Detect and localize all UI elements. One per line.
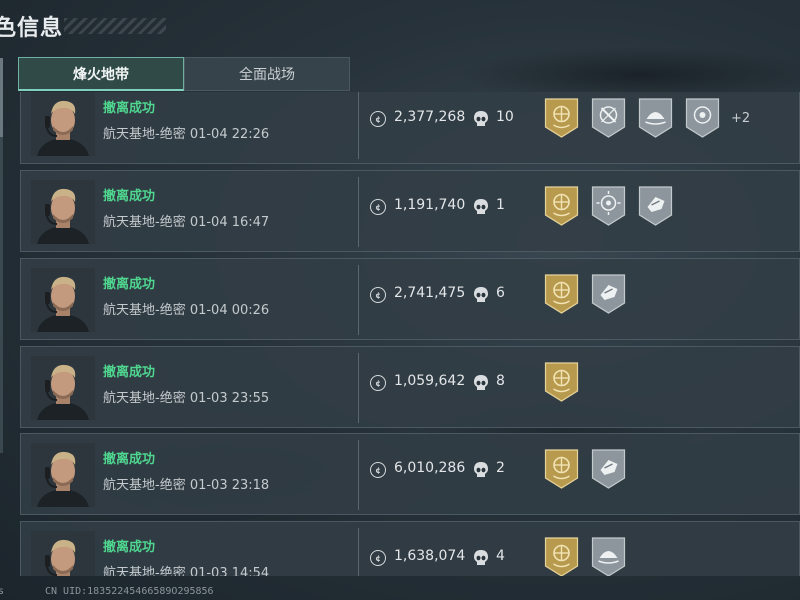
kill-count: 6: [496, 285, 505, 301]
footer-left-text: ms: [0, 586, 5, 597]
kill-count: 8: [496, 373, 505, 389]
operator-avatar: [31, 443, 95, 507]
row-divider: [358, 353, 359, 423]
skull-icon: [473, 549, 489, 567]
gold-emblem-badge-icon[interactable]: [543, 273, 580, 315]
tab-fenghuo-didai[interactable]: 烽火地带: [18, 57, 184, 91]
operator-avatar: [31, 92, 95, 156]
extraction-value: 2,377,268: [394, 109, 466, 125]
extraction-status: 撤离成功: [103, 101, 156, 116]
crossed-arrows-badge-icon[interactable]: [590, 97, 627, 139]
skull-icon: [473, 374, 489, 392]
skull-icon: [473, 110, 489, 128]
coin-icon: ¢: [370, 199, 386, 215]
map-and-time: 航天基地-绝密 01-04 22:26: [103, 127, 270, 142]
achievement-badges: +2: [543, 97, 750, 139]
hand-badge-icon[interactable]: [590, 448, 627, 490]
coin-icon: ¢: [370, 550, 386, 566]
hand-badge-icon[interactable]: [637, 185, 674, 227]
skull-icon: [473, 461, 489, 479]
operator-avatar: [31, 531, 95, 576]
map-and-time: 航天基地-绝密 01-04 16:47: [103, 215, 270, 230]
footer-bar: ms CN UID:18352245466589O295856: [0, 584, 800, 600]
extraction-status: 撤离成功: [103, 365, 156, 380]
helmet-badge-icon[interactable]: [637, 97, 674, 139]
kill-count: 2: [496, 460, 505, 476]
record-row[interactable]: 撤离成功航天基地-绝密 01-03 14:54 ¢ 1,638,074 4: [20, 521, 800, 576]
target-badge-icon[interactable]: [684, 97, 721, 139]
row-divider: [358, 440, 359, 510]
row-divider: [358, 92, 359, 159]
record-row[interactable]: 撤离成功航天基地-绝密 01-04 00:26 ¢ 2,741,475 6: [20, 258, 800, 340]
extraction-value: 6,010,286: [394, 460, 466, 476]
helmet-badge-icon[interactable]: [590, 536, 627, 576]
achievement-badges: [543, 361, 580, 403]
kill-count: 1: [496, 197, 505, 213]
gold-emblem-badge-icon[interactable]: [543, 536, 580, 576]
match-record-list: 撤离成功 航天基地-绝密 01-04 22:26 ¢ 2,377,268 10 +2 撤离…: [20, 92, 800, 576]
skull-icon: [473, 198, 489, 216]
row-divider: [358, 177, 359, 247]
record-row[interactable]: 撤离成功航天基地-绝密 01-04 16:47 ¢ 1,191,740 1: [20, 170, 800, 252]
extraction-value: 1,638,074: [394, 548, 466, 564]
row-divider: [358, 528, 359, 576]
gold-emblem-badge-icon[interactable]: [543, 448, 580, 490]
skull-icon: [473, 286, 489, 304]
map-and-time: 航天基地-绝密 01-04 00:26: [103, 303, 270, 318]
operator-avatar: [31, 268, 95, 332]
target-burst-badge-icon[interactable]: [590, 185, 627, 227]
user-uid: CN UID:18352245466589O295856: [45, 586, 214, 597]
title-decoration: [64, 18, 166, 34]
record-row[interactable]: 撤离成功航天基地-绝密 01-03 23:55 ¢ 1,059,642 8: [20, 346, 800, 428]
extraction-value: 2,741,475: [394, 285, 466, 301]
extraction-value: 1,059,642: [394, 373, 466, 389]
mode-tabs: 烽火地带 全面战场: [18, 57, 350, 91]
achievement-badges: [543, 273, 627, 315]
left-scroll-rail[interactable]: [0, 58, 3, 453]
achievement-badges: [543, 448, 627, 490]
extraction-value: 1,191,740: [394, 197, 466, 213]
tab-quanmian-zhanchang[interactable]: 全面战场: [184, 57, 350, 91]
map-and-time: 航天基地-绝密 01-03 23:55: [103, 391, 270, 406]
achievement-badges: [543, 536, 627, 576]
gold-emblem-badge-icon[interactable]: [543, 185, 580, 227]
kill-count: 4: [496, 548, 505, 564]
gold-emblem-badge-icon[interactable]: [543, 361, 580, 403]
coin-icon: ¢: [370, 375, 386, 391]
extraction-status: 撤离成功: [103, 452, 156, 467]
coin-icon: ¢: [370, 287, 386, 303]
operator-avatar: [31, 180, 95, 244]
coin-icon: ¢: [370, 111, 386, 127]
coin-icon: ¢: [370, 462, 386, 478]
more-badges-count[interactable]: +2: [731, 111, 750, 126]
kill-count: 10: [496, 109, 514, 125]
achievement-badges: [543, 185, 674, 227]
row-divider: [358, 265, 359, 335]
record-row[interactable]: 撤离成功航天基地-绝密 01-04 22:26 ¢ 2,377,268 10 +2: [20, 92, 800, 164]
map-and-time: 航天基地-绝密 01-03 14:54: [103, 566, 270, 576]
record-row[interactable]: 撤离成功航天基地-绝密 01-03 23:18 ¢ 6,010,286 2: [20, 433, 800, 515]
operator-avatar: [31, 356, 95, 420]
extraction-status: 撤离成功: [103, 540, 156, 555]
gold-emblem-badge-icon[interactable]: [543, 97, 580, 139]
hand-badge-icon[interactable]: [590, 273, 627, 315]
extraction-status: 撤离成功: [103, 277, 156, 292]
extraction-status: 撤离成功: [103, 189, 156, 204]
page-title: 色信息: [0, 16, 64, 41]
map-and-time: 航天基地-绝密 01-03 23:18: [103, 478, 270, 493]
